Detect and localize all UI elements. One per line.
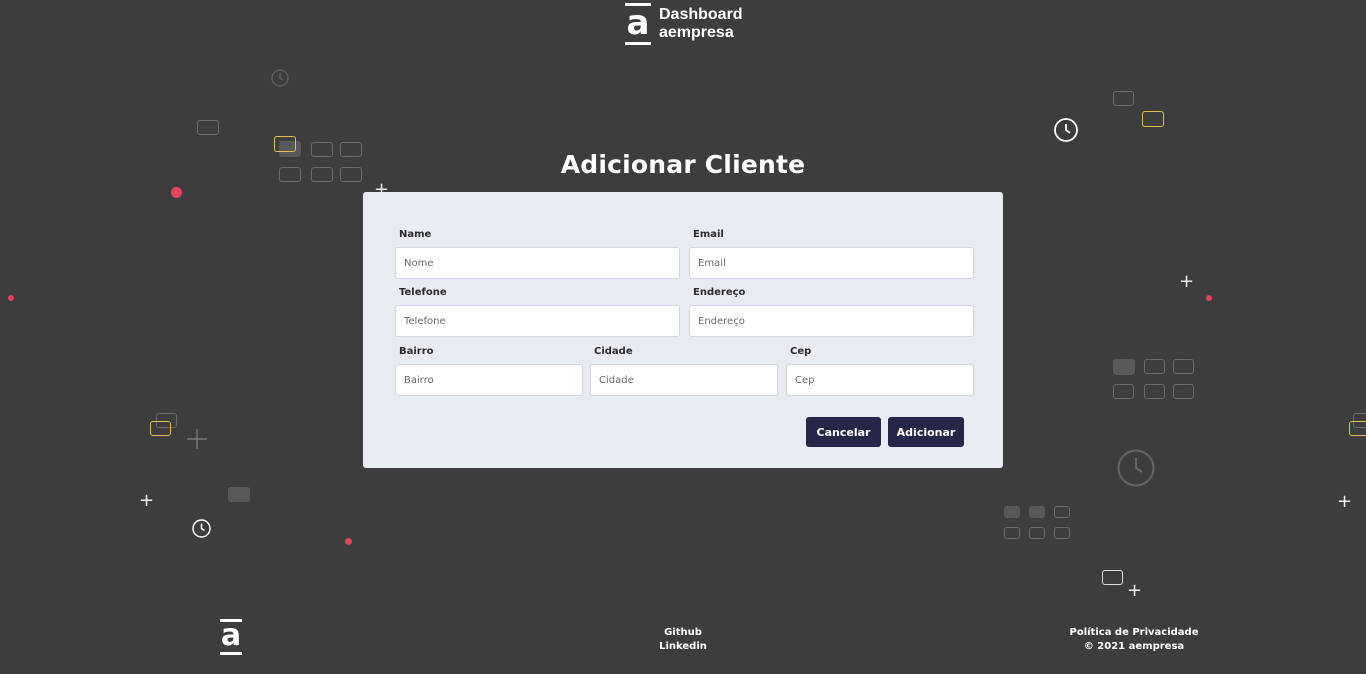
deco-square (1029, 527, 1045, 539)
plus-icon (187, 429, 207, 449)
brand-line-1: Dashboard (659, 6, 743, 23)
deco-square (1142, 111, 1164, 127)
city-input[interactable] (590, 364, 778, 396)
red-dot (171, 187, 182, 198)
name-label: Name (399, 229, 432, 240)
red-dot (1206, 295, 1212, 301)
name-input[interactable] (395, 247, 680, 279)
privacy-policy-link[interactable]: Política de Privacidade (1064, 626, 1204, 640)
plus-icon: + (1179, 271, 1195, 292)
header-brand[interactable]: a Dashboard aempresa (625, 3, 743, 45)
zip-input[interactable] (786, 364, 974, 396)
footer-legal: Política de Privacidade © 2021 aempresa (1064, 626, 1204, 654)
district-label: Bairro (399, 346, 434, 357)
deco-square (228, 487, 250, 502)
brand-line-2: aempresa (659, 24, 734, 41)
deco-square (1004, 506, 1020, 518)
address-label: Endereço (693, 287, 746, 298)
plus-icon: + (139, 490, 155, 511)
deco-square (1054, 527, 1070, 539)
deco-square (1144, 359, 1165, 374)
footer-logo-icon[interactable]: a (220, 619, 242, 657)
deco-square (1113, 384, 1134, 399)
red-dot (345, 538, 352, 545)
deco-square (1102, 570, 1123, 585)
github-link[interactable]: Github (633, 626, 733, 640)
red-dot (8, 295, 14, 301)
phone-label: Telefone (399, 287, 447, 298)
copyright-text: © 2021 aempresa (1083, 641, 1185, 652)
deco-square (1054, 506, 1070, 518)
footer-links: Github Linkedin (633, 626, 733, 654)
deco-square (1173, 384, 1194, 399)
zip-label: Cep (790, 346, 812, 357)
plus-icon: + (1337, 491, 1353, 512)
clock-icon (1054, 118, 1078, 142)
page-title: Adicionar Cliente (560, 150, 806, 179)
brand-name: Dashboard aempresa (659, 6, 743, 42)
deco-square (1349, 421, 1366, 436)
deco-square (1004, 527, 1020, 539)
add-client-button[interactable]: Adicionar (888, 417, 964, 447)
deco-square (1144, 384, 1165, 399)
deco-square (1113, 359, 1135, 375)
deco-square (1173, 359, 1194, 374)
deco-square (150, 421, 171, 436)
deco-square (1029, 506, 1045, 518)
brand-logo-icon: a (625, 3, 651, 45)
plus-icon: + (1127, 580, 1143, 601)
cancel-button[interactable]: Cancelar (806, 417, 881, 447)
linkedin-link[interactable]: Linkedin (633, 640, 733, 654)
clock-icon (1117, 449, 1155, 487)
add-client-form: Name Email Telefone Endereço Bairro Cida… (363, 192, 1003, 468)
phone-input[interactable] (395, 305, 680, 337)
clock-icon (192, 519, 211, 538)
deco-square (197, 120, 219, 135)
city-label: Cidade (594, 346, 633, 357)
deco-square (1113, 91, 1134, 106)
district-input[interactable] (395, 364, 583, 396)
email-label: Email (693, 229, 724, 240)
address-input[interactable] (689, 305, 974, 337)
email-input[interactable] (689, 247, 974, 279)
clock-icon (271, 69, 289, 87)
